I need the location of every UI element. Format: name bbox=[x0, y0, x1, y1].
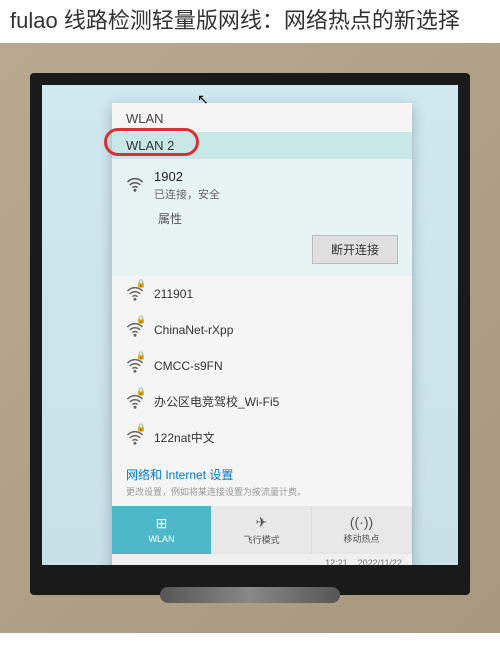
clock-date: 2022/11/22 bbox=[358, 558, 402, 565]
laptop-screen: ↖ WLAN WLAN 2 1902 bbox=[42, 85, 458, 565]
wlan-tile-icon: ⊞ bbox=[156, 515, 168, 532]
lock-icon: 🔒 bbox=[136, 315, 146, 324]
network-item[interactable]: 🔒 122nat中文 bbox=[112, 420, 412, 456]
qa-hotspot-label: 移动热点 bbox=[343, 532, 379, 545]
quick-actions-row: ⊞ WLAN ✈ 飞行模式 ((·)) 移动热点 bbox=[112, 506, 412, 554]
connected-ssid: 1902 bbox=[154, 169, 220, 184]
qa-airplane-label: 飞行模式 bbox=[243, 533, 279, 546]
network-ssid: 211901 bbox=[154, 287, 193, 301]
connected-network-block[interactable]: 1902 已连接，安全 属性 断开连接 bbox=[112, 159, 412, 276]
network-ssid: CMCC-s9FN bbox=[154, 359, 223, 373]
connected-status: 已连接，安全 bbox=[154, 186, 220, 202]
wifi-flyout-panel: WLAN WLAN 2 1902 已连接，安全 bbox=[112, 103, 412, 565]
adapter-wlan-2[interactable]: WLAN 2 bbox=[112, 132, 412, 159]
lock-icon: 🔒 bbox=[136, 279, 146, 288]
photo-background: ↖ WLAN WLAN 2 1902 bbox=[0, 43, 500, 633]
airplane-icon: ✈ bbox=[256, 514, 268, 531]
wifi-signal-icon bbox=[126, 176, 144, 194]
qa-hotspot-tile[interactable]: ((·)) 移动热点 bbox=[312, 506, 412, 554]
article-title: fulao 线路检测轻量版网线：网络热点的新选择 bbox=[0, 0, 500, 43]
network-settings-link[interactable]: 网络和 Internet 设置 bbox=[112, 456, 412, 485]
network-ssid: 办公区电竞驾校_Wi-Fi5 bbox=[154, 393, 279, 410]
hotspot-icon: ((·)) bbox=[350, 514, 373, 530]
network-ssid: 122nat中文 bbox=[154, 429, 215, 446]
qa-airplane-tile[interactable]: ✈ 飞行模式 bbox=[212, 506, 312, 554]
network-item[interactable]: 🔒 211901 bbox=[112, 276, 412, 312]
lock-icon: 🔒 bbox=[136, 351, 146, 360]
lock-icon: 🔒 bbox=[136, 423, 146, 432]
network-ssid: ChinaNet-rXpp bbox=[154, 323, 233, 337]
wifi-signal-icon: 🔒 bbox=[126, 393, 144, 411]
adapter-wlan-1[interactable]: WLAN bbox=[112, 103, 412, 132]
mouse-cursor-icon: ↖ bbox=[197, 91, 209, 108]
lock-icon: 🔒 bbox=[136, 387, 146, 396]
wifi-signal-icon: 🔒 bbox=[126, 357, 144, 375]
clock-time: 12:21 bbox=[325, 558, 348, 565]
properties-link[interactable]: 属性 bbox=[126, 202, 398, 227]
wifi-signal-icon: 🔒 bbox=[126, 285, 144, 303]
network-item[interactable]: 🔒 办公区电竞驾校_Wi-Fi5 bbox=[112, 384, 412, 420]
network-settings-subtext: 更改设置，例如将某连接设置为按流量计费。 bbox=[112, 485, 412, 506]
wifi-signal-icon: 🔒 bbox=[126, 429, 144, 447]
taskbar-clock-area: 12:21 2022/11/22 bbox=[112, 554, 412, 565]
qa-wlan-tile[interactable]: ⊞ WLAN bbox=[112, 506, 212, 554]
laptop-hinge bbox=[160, 587, 340, 603]
disconnect-button[interactable]: 断开连接 bbox=[312, 235, 398, 264]
adapter-wlan-2-label: WLAN 2 bbox=[126, 138, 174, 153]
network-item[interactable]: 🔒 CMCC-s9FN bbox=[112, 348, 412, 384]
wifi-signal-icon: 🔒 bbox=[126, 321, 144, 339]
qa-wlan-label: WLAN bbox=[148, 534, 174, 544]
network-item[interactable]: 🔒 ChinaNet-rXpp bbox=[112, 312, 412, 348]
laptop-bezel: ↖ WLAN WLAN 2 1902 bbox=[30, 73, 470, 595]
